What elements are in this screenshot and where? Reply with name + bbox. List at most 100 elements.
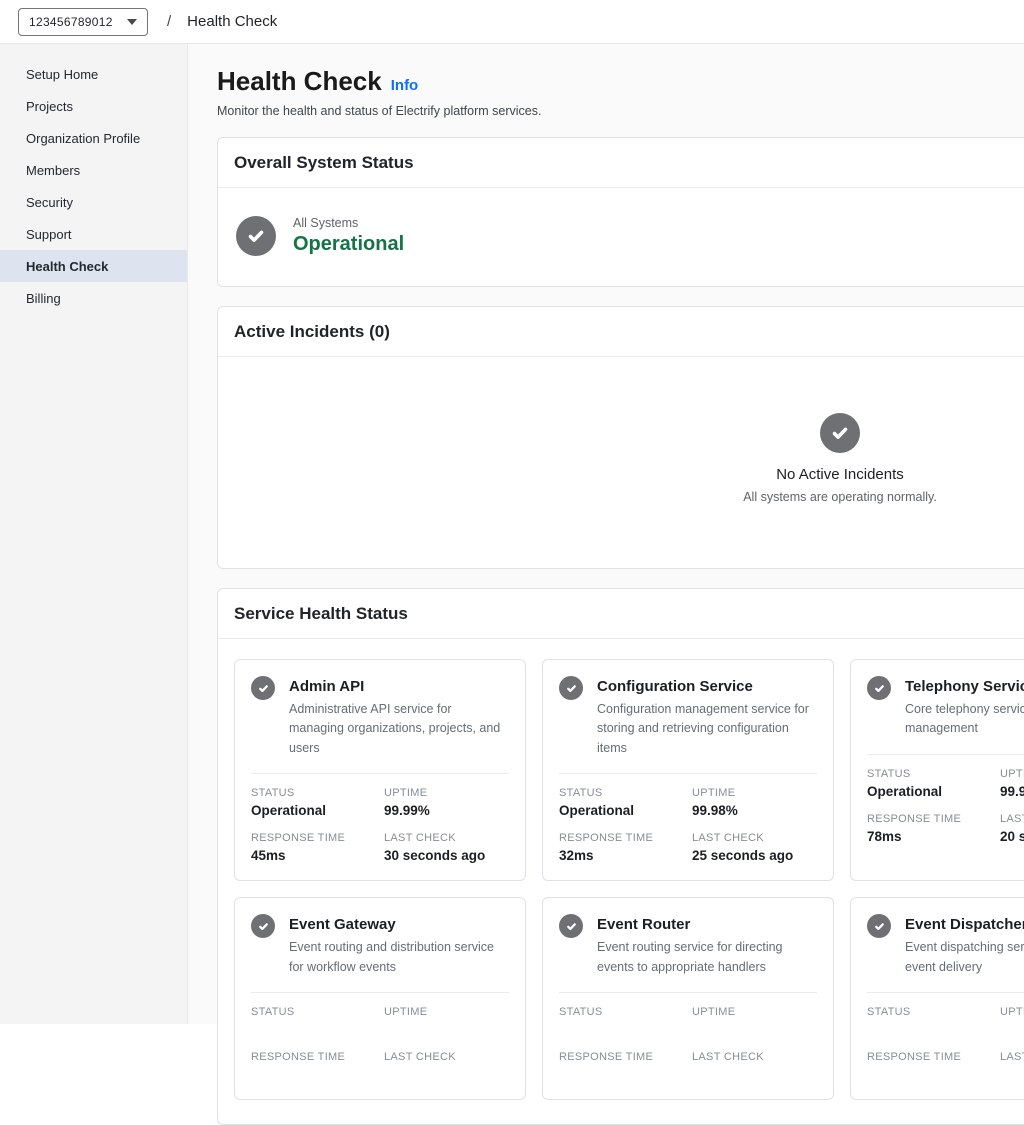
sidebar-item-health-check[interactable]: Health Check <box>0 250 187 282</box>
metric-label-uptime: UPTIME <box>384 787 509 799</box>
sidebar-item-projects[interactable]: Projects <box>0 90 187 122</box>
account-id-value: 123456789012 <box>29 15 113 29</box>
metric-label-uptime: UPTIME <box>1000 768 1024 780</box>
service-description: Configuration management service for sto… <box>597 700 817 758</box>
metric-label-uptime: UPTIME <box>384 1006 509 1018</box>
service-description: Event routing service for directing even… <box>597 938 817 977</box>
empty-state-title: No Active Incidents <box>776 466 904 483</box>
metric-label-status: STATUS <box>867 768 992 780</box>
service-description: Event routing and distribution service f… <box>289 938 509 977</box>
metric-label-last-check: LAST CHECK <box>384 1051 509 1063</box>
check-circle-icon <box>251 676 275 700</box>
sidebar-item-security[interactable]: Security <box>0 186 187 218</box>
metric-label-status: STATUS <box>559 1006 684 1018</box>
main-content: Health Check Info Monitor the health and … <box>188 44 1024 1024</box>
page-subtitle: Monitor the health and status of Electri… <box>217 104 1024 118</box>
breadcrumb-current: Health Check <box>187 13 277 30</box>
setup-sidebar: Setup Home Projects Organization Profile… <box>0 44 188 1024</box>
metric-label-status: STATUS <box>559 787 684 799</box>
service-name: Event Gateway <box>289 914 509 933</box>
sidebar-item-organization-profile[interactable]: Organization Profile <box>0 122 187 154</box>
no-incidents-empty-state: No Active Incidents All systems are oper… <box>218 357 1024 568</box>
metric-label-last-check: LAST CHECK <box>384 832 509 844</box>
check-circle-icon <box>867 676 891 700</box>
metric-value-uptime <box>692 1022 817 1038</box>
metric-value-status: Operational <box>559 803 684 819</box>
service-grid: Admin API Administrative API service for… <box>234 659 1024 1100</box>
service-name: Configuration Service <box>597 676 817 695</box>
service-name: Event Router <box>597 914 817 933</box>
metric-value-status: Operational <box>251 803 376 819</box>
metric-value-last-check <box>692 1067 817 1083</box>
metric-value-last-check: 25 seconds ago <box>692 848 817 864</box>
metric-label-response-time: RESPONSE TIME <box>559 832 684 844</box>
service-card-admin-api: Admin API Administrative API service for… <box>234 659 526 881</box>
metric-label-uptime: UPTIME <box>692 1006 817 1018</box>
check-circle-icon <box>820 413 860 453</box>
service-name: Admin API <box>289 676 509 695</box>
metric-value-response-time: 78ms <box>867 829 992 845</box>
metric-label-status: STATUS <box>251 787 376 799</box>
metric-value-last-check: 30 seconds ago <box>384 848 509 864</box>
metric-value-status <box>867 1022 992 1038</box>
metric-label-response-time: RESPONSE TIME <box>251 1051 376 1063</box>
metric-label-uptime: UPTIME <box>1000 1006 1024 1018</box>
metric-value-status <box>559 1022 684 1038</box>
info-link[interactable]: Info <box>391 77 419 94</box>
metric-value-last-check: 20 seconds ago <box>1000 829 1024 845</box>
sidebar-item-setup-home[interactable]: Setup Home <box>0 58 187 90</box>
metric-label-last-check: LAST CHECK <box>692 832 817 844</box>
check-circle-icon <box>236 216 276 256</box>
metric-value-last-check <box>1000 1067 1024 1083</box>
service-card-event-dispatcher: Event Dispatcher Event dispatching servi… <box>850 897 1024 1100</box>
chevron-down-icon <box>127 19 137 25</box>
metric-label-last-check: LAST CHECK <box>692 1051 817 1063</box>
metric-value-uptime: 99.95% <box>1000 784 1024 800</box>
check-circle-icon <box>251 914 275 938</box>
service-card-event-router: Event Router Event routing service for d… <box>542 897 834 1100</box>
check-circle-icon <box>559 914 583 938</box>
service-card-telephony-service: Telephony Service Core telephony service… <box>850 659 1024 881</box>
empty-state-subtitle: All systems are operating normally. <box>743 490 937 504</box>
status-scope-label: All Systems <box>293 216 404 230</box>
active-incidents-card: Active Incidents (0) No Active Incidents… <box>217 306 1024 569</box>
page-header: Health Check Info Monitor the health and … <box>217 66 1024 118</box>
service-health-status-card: Service Health Status Admin API Administ… <box>217 588 1024 1125</box>
service-description: Event dispatching service for reliable e… <box>905 938 1024 977</box>
metric-value-response-time: 45ms <box>251 848 376 864</box>
metric-label-response-time: RESPONSE TIME <box>251 832 376 844</box>
overall-system-status-card: Overall System Status All Systems Operat… <box>217 137 1024 287</box>
metric-value-response-time <box>251 1067 376 1083</box>
sidebar-item-billing[interactable]: Billing <box>0 282 187 314</box>
service-description: Core telephony service for call manageme… <box>905 700 1024 739</box>
overall-status-title: Overall System Status <box>218 138 1024 188</box>
metric-label-uptime: UPTIME <box>692 787 817 799</box>
check-circle-icon <box>559 676 583 700</box>
active-incidents-title: Active Incidents (0) <box>218 307 1024 357</box>
metric-value-response-time <box>867 1067 992 1083</box>
sidebar-item-members[interactable]: Members <box>0 154 187 186</box>
service-name: Telephony Service <box>905 676 1024 695</box>
account-id-dropdown[interactable]: 123456789012 <box>18 8 148 36</box>
metric-value-last-check <box>384 1067 509 1083</box>
sidebar-item-support[interactable]: Support <box>0 218 187 250</box>
metric-value-status: Operational <box>867 784 992 800</box>
metric-label-last-check: LAST CHECK <box>1000 1051 1024 1063</box>
metric-label-last-check: LAST CHECK <box>1000 813 1024 825</box>
metric-label-response-time: RESPONSE TIME <box>867 813 992 825</box>
metric-value-response-time: 32ms <box>559 848 684 864</box>
status-value: Operational <box>293 233 404 256</box>
check-circle-icon <box>867 914 891 938</box>
page-title: Health Check <box>217 66 382 96</box>
metric-value-uptime <box>1000 1022 1024 1038</box>
metric-value-uptime: 99.98% <box>692 803 817 819</box>
metric-label-response-time: RESPONSE TIME <box>867 1051 992 1063</box>
metric-value-uptime: 99.99% <box>384 803 509 819</box>
service-name: Event Dispatcher <box>905 914 1024 933</box>
service-description: Administrative API service for managing … <box>289 700 509 758</box>
metric-value-response-time <box>559 1067 684 1083</box>
service-card-configuration-service: Configuration Service Configuration mana… <box>542 659 834 881</box>
breadcrumb-separator: / <box>167 13 171 30</box>
service-health-title: Service Health Status <box>218 589 1024 639</box>
metric-label-status: STATUS <box>867 1006 992 1018</box>
